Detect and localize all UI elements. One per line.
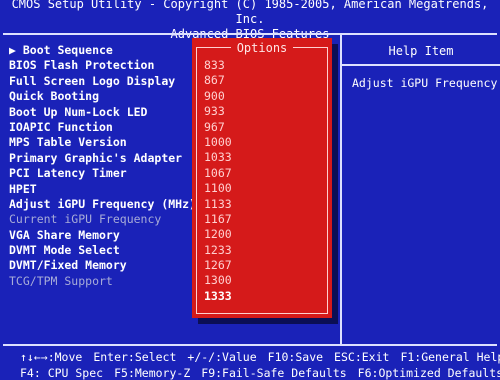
menu-item[interactable]: Full Screen Logo Display <box>9 74 209 89</box>
option-item[interactable]: 1300 <box>204 273 232 288</box>
option-item[interactable]: 933 <box>204 104 232 119</box>
key-hint: ESC:Exit <box>334 350 390 364</box>
option-item[interactable]: 833 <box>204 58 232 73</box>
options-popup-title: Options <box>192 41 332 55</box>
menu-item[interactable]: BIOS Flash Protection <box>9 58 209 73</box>
help-panel-divider <box>340 35 342 345</box>
bottom-divider <box>3 344 497 346</box>
options-list: 833 867 900 933 967 1000 1033 1067 1100 1133 1167 1… <box>204 58 232 304</box>
menu-item[interactable]: MPS Table Version <box>9 135 209 150</box>
option-item[interactable]: 1333 <box>204 289 232 304</box>
option-item[interactable]: 1067 <box>204 166 232 181</box>
menu-item[interactable]: DVMT/Fixed Memory <box>9 258 209 273</box>
menu-item[interactable]: HPET <box>9 182 209 197</box>
menu-item[interactable]: VGA Share Memory <box>9 228 209 243</box>
option-item[interactable]: 900 <box>204 89 232 104</box>
settings-list: ▶ Boot Sequence BIOS Flash Protection Full… <box>9 43 209 289</box>
help-panel-text: Adjust iGPU Frequency <box>352 76 498 90</box>
key-hint: F6:Optimized Defaults <box>357 366 500 380</box>
menu-item[interactable]: IOAPIC Function <box>9 120 209 135</box>
menu-item[interactable]: PCI Latency Timer <box>9 166 209 181</box>
option-item[interactable]: 867 <box>204 73 232 88</box>
menu-item: TCG/TPM Support <box>9 273 113 288</box>
key-hint: Enter:Select <box>93 350 177 364</box>
key-legend-row-2: F4: CPU Spec F5:Memory-Z F9:Fail-Safe Defa… <box>20 366 500 380</box>
key-hint: F1:General Help <box>400 350 500 364</box>
option-item[interactable]: 1000 <box>204 135 232 150</box>
menu-item[interactable]: Primary Graphic's Adapter <box>9 151 209 166</box>
menu-item[interactable]: DVMT Mode Select <box>9 243 209 258</box>
menu-item: Current iGPU Frequency <box>9 212 162 227</box>
menu-item[interactable]: Boot Up Num-Lock LED <box>9 105 209 120</box>
help-panel-title: Help Item <box>388 44 454 58</box>
key-legend-row-1: ↑↓←→:Move Enter:Select +/-/:Value F10:Save E… <box>20 350 500 364</box>
help-panel-rule <box>342 64 500 66</box>
option-item[interactable]: 1033 <box>204 150 232 165</box>
menu-item[interactable]: Quick Booting <box>9 89 209 104</box>
key-hint: ↑↓←→:Move <box>20 350 83 364</box>
key-hint: F10:Save <box>267 350 324 364</box>
title-bar: CMOS Setup Utility - Copyright (C) 1985-… <box>0 0 500 41</box>
option-item[interactable]: 1233 <box>204 243 232 258</box>
menu-item[interactable]: Adjust iGPU Frequency (MHz) <box>9 197 209 212</box>
option-item[interactable]: 1133 <box>204 197 232 212</box>
key-hint: F4: CPU Spec <box>20 366 104 380</box>
option-item[interactable]: 1167 <box>204 212 232 227</box>
option-item[interactable]: 967 <box>204 120 232 135</box>
key-hint: F9:Fail-Safe Defaults <box>201 366 347 380</box>
option-item[interactable]: 1200 <box>204 227 232 242</box>
option-item[interactable]: 1267 <box>204 258 232 273</box>
key-hint: +/-/:Value <box>187 350 257 364</box>
menu-item[interactable]: ▶ Boot Sequence <box>9 43 209 58</box>
options-popup[interactable]: Options 833 867 900 933 967 1000 1033 1067 1100 1… <box>192 38 332 318</box>
key-hint: F5:Memory-Z <box>114 366 191 380</box>
option-item[interactable]: 1100 <box>204 181 232 196</box>
key-legend: ↑↓←→:Move Enter:Select +/-/:Value F10:Save E… <box>0 350 500 380</box>
top-divider <box>3 33 497 35</box>
window-title: CMOS Setup Utility - Copyright (C) 1985-… <box>11 0 489 26</box>
